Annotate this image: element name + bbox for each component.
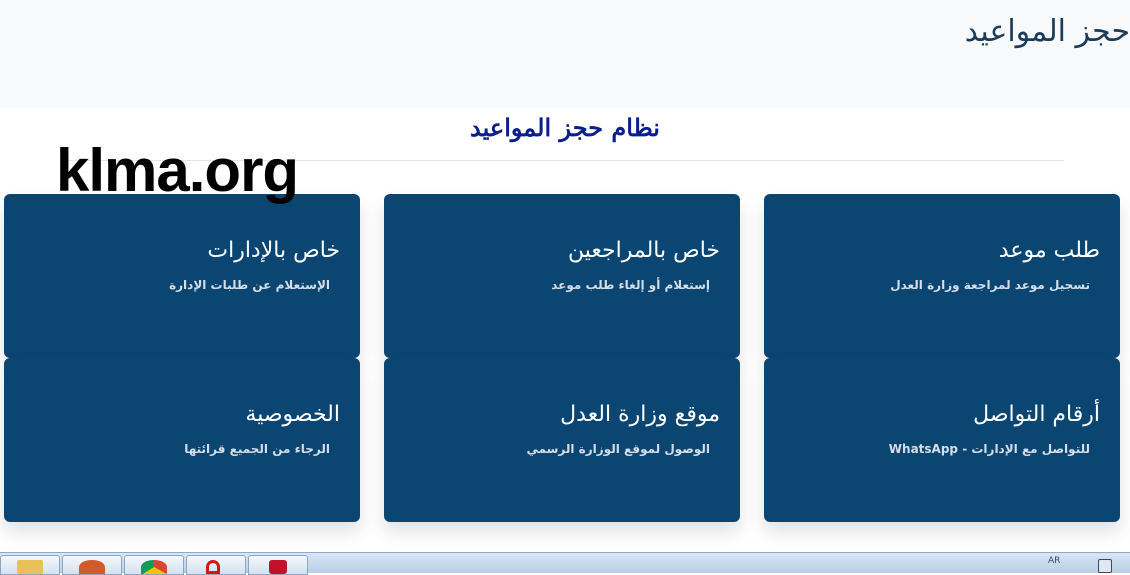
language-indicator[interactable]: AR <box>1048 556 1060 566</box>
taskbar-folder-button[interactable] <box>0 555 60 575</box>
tray-icon[interactable] <box>1098 559 1112 573</box>
card-title: خاص بالإدارات <box>207 238 340 263</box>
taskbar-media-button[interactable] <box>62 555 122 575</box>
card-ministry-website[interactable]: موقع وزارة العدل الوصول لموقع الوزارة ال… <box>384 358 740 522</box>
card-title: خاص بالمراجعين <box>568 238 720 263</box>
watermark-text: klma.org <box>56 137 299 204</box>
card-subtitle: الإستعلام عن طلبات الإدارة <box>169 278 330 292</box>
card-request-appointment[interactable]: طلب موعد تسجيل موعد لمراجعة وزارة العدل <box>764 194 1120 358</box>
card-title: طلب موعد <box>998 238 1100 263</box>
card-subtitle: الوصول لموقع الوزارة الرسمي <box>526 442 710 456</box>
card-contact-numbers[interactable]: أرقام التواصل للتواصل مع الإدارات - What… <box>764 358 1120 522</box>
app-title: حجز المواعيد <box>964 14 1130 49</box>
card-privacy[interactable]: الخصوصية الرجاء من الجميع قرائتها <box>4 358 360 522</box>
top-header-bar: حجز المواعيد <box>0 0 1130 108</box>
card-subtitle: للتواصل مع الإدارات - WhatsApp <box>888 442 1090 456</box>
card-subtitle: تسجيل موعد لمراجعة وزارة العدل <box>890 278 1090 292</box>
taskbar-opera-button[interactable] <box>186 555 246 575</box>
card-title: أرقام التواصل <box>973 402 1100 427</box>
card-visitors[interactable]: خاص بالمراجعين إستعلام أو إلغاء طلب موعد <box>384 194 740 358</box>
taskbar-news-button[interactable] <box>248 555 308 575</box>
card-title: موقع وزارة العدل <box>560 402 720 427</box>
card-subtitle: إستعلام أو إلغاء طلب موعد <box>551 278 710 292</box>
card-subtitle: الرجاء من الجميع قرائتها <box>184 442 330 456</box>
card-title: الخصوصية <box>245 402 340 427</box>
taskbar-chrome-button[interactable] <box>124 555 184 575</box>
card-departments[interactable]: خاص بالإدارات الإستعلام عن طلبات الإدارة <box>4 194 360 358</box>
os-taskbar: AR <box>0 552 1130 575</box>
